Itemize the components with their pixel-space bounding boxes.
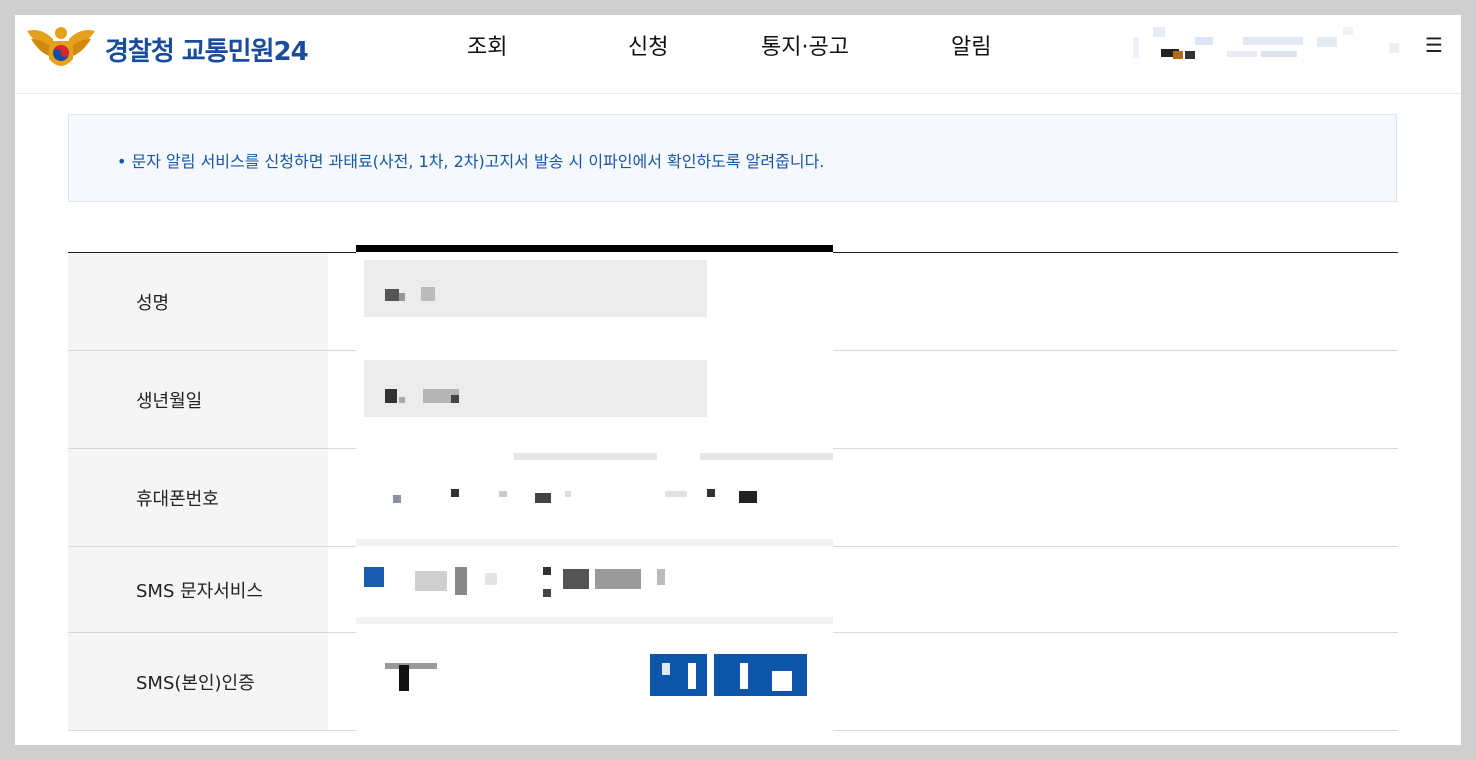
- site-logo[interactable]: 경찰청 교통민원24: [23, 21, 353, 77]
- police-emblem-icon: [27, 27, 95, 66]
- browser-frame: 경찰청 교통민원24 조회 신청 통지·공고 알림 ☰ • 문자 알림 서비스를…: [15, 15, 1461, 745]
- label-sms-auth: SMS(본인)인증: [136, 672, 255, 694]
- request-auth-button[interactable]: [650, 654, 707, 696]
- label-birthdate: 생년월일: [136, 390, 203, 412]
- name-input-redacted[interactable]: [364, 260, 707, 317]
- form-label-cell: 생년월일: [68, 351, 328, 448]
- hamburger-menu-icon[interactable]: ☰: [1423, 33, 1445, 57]
- nav-inquiry[interactable]: 조회: [467, 29, 507, 61]
- nav-notice[interactable]: 통지·공고: [761, 29, 849, 61]
- label-name: 성명: [136, 292, 170, 314]
- form-label-cell: SMS(본인)인증: [68, 633, 328, 730]
- form-label-cell: SMS 문자서비스: [68, 547, 328, 632]
- nav-alerts[interactable]: 알림: [951, 29, 991, 61]
- user-info-blurred: [1133, 23, 1413, 75]
- site-header: 경찰청 교통민원24 조회 신청 통지·공고 알림 ☰: [15, 15, 1461, 94]
- verify-auth-button[interactable]: [714, 654, 807, 696]
- site-title: 경찰청 교통민원24: [105, 36, 309, 67]
- form-label-cell: 성명: [68, 253, 328, 350]
- label-phone: 휴대폰번호: [136, 488, 219, 510]
- form-label-cell: 휴대폰번호: [68, 449, 328, 546]
- notice-text: • 문자 알림 서비스를 신청하면 과태료(사전, 1차, 2차)고지서 발송 …: [117, 152, 825, 171]
- notice-box: • 문자 알림 서비스를 신청하면 과태료(사전, 1차, 2차)고지서 발송 …: [68, 114, 1397, 202]
- birthdate-input-redacted[interactable]: [364, 360, 707, 417]
- label-sms-service: SMS 문자서비스: [136, 580, 263, 602]
- redacted-bar: [356, 245, 833, 252]
- nav-apply[interactable]: 신청: [628, 29, 668, 61]
